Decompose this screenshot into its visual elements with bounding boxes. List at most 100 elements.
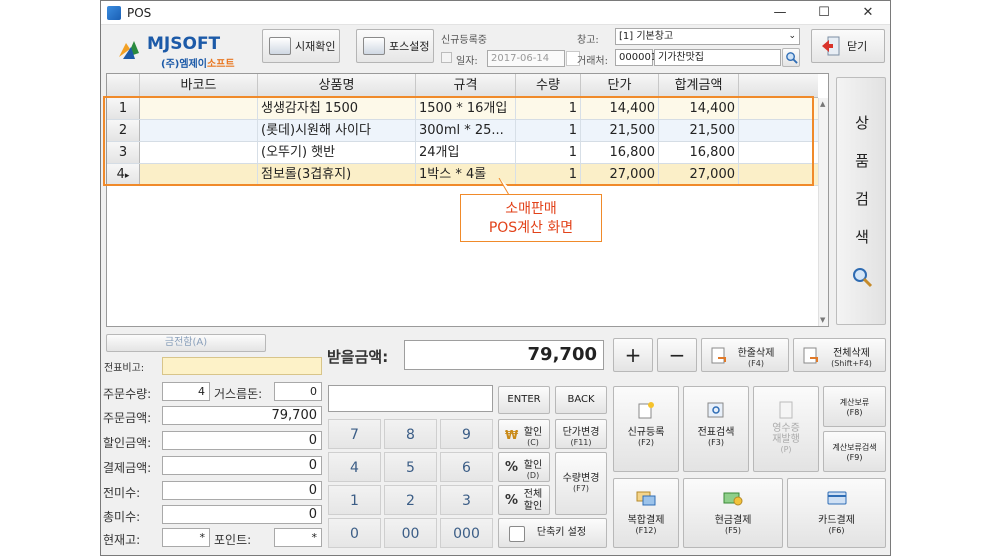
product-search-char: 검 [855,190,869,208]
col-barcode[interactable]: 바코드 [140,74,258,98]
qty-change-key: (F7) [573,484,589,493]
line-delete-label: 한줄삭제 [737,348,775,359]
slip-search-label: 전표검색 [697,427,735,438]
total-unpaid-value: 0 [162,505,322,524]
date-field[interactable]: 2017-06-14 [487,50,565,67]
col-total[interactable]: 합계금액 [659,74,739,98]
point-label: 포인트: [214,533,252,547]
key-7[interactable]: 7 [328,419,381,449]
back-button[interactable]: BACK [555,386,607,414]
enter-button[interactable]: ENTER [498,386,550,414]
payment-amount-label: 결제금액: [103,461,152,475]
stock-value: * [162,528,210,547]
qty-minus-button[interactable]: − [657,338,697,372]
receipt-reissue-button[interactable]: 영수증 재발행 (P) [753,386,819,472]
cash-payment-label: 현금결제 [714,515,752,526]
new-registration-label: 신규등록 [627,427,665,438]
key-000[interactable]: 000 [440,518,493,548]
key-2[interactable]: 2 [384,485,437,515]
mixed-payment-button[interactable]: 복합결제 (F12) [613,478,679,548]
pos-terminal-icon [363,37,385,55]
scroll-up-icon[interactable]: ▲ [820,100,825,108]
col-unit-price[interactable]: 단가 [581,74,659,98]
discount-c-button[interactable]: ₩ 할인 (C) [498,419,550,449]
col-spec[interactable]: 규격 [416,74,516,98]
callout-line1: 소매판매 [505,201,557,217]
app-icon [107,6,121,20]
title-bar: POS — ☐ ✕ [101,1,890,25]
discount-d-label: 할인 [523,460,543,471]
all-discount-label: 전체 [523,489,543,500]
discount-c-label: 할인 [523,427,543,438]
unit-price-change-button[interactable]: 단가변경 (F11) [555,419,607,449]
date-label: 일자: [456,56,478,67]
company-logo: MJSOFT (주)엠제이소프트 [117,33,247,70]
new-registration-button[interactable]: 신규등록 (F2) [613,386,679,472]
key-1[interactable]: 1 [328,485,381,515]
key-3[interactable]: 3 [440,485,493,515]
cash-payment-button[interactable]: 현금결제 (F5) [683,478,783,548]
all-delete-key: (Shift+F4) [831,359,872,368]
maximize-icon[interactable]: ☐ [802,1,846,25]
order-qty-value: 4 [162,382,210,401]
qty-change-button[interactable]: 수량변경 (F7) [555,452,607,515]
keypad-input[interactable] [328,385,493,412]
product-search-char: 상 [855,114,869,132]
minimize-icon[interactable]: — [758,1,802,25]
time-check-button[interactable]: 시재확인 [262,29,340,63]
cash-payment-key: (F5) [725,526,741,535]
change-value: 0 [274,382,322,401]
chevron-down-icon: ⌄ [788,31,796,41]
line-delete-button[interactable]: 한줄삭제 (F4) [701,338,789,372]
warehouse-select[interactable]: [1] 기본창고 ⌄ [615,28,800,45]
pos-settings-button[interactable]: 포스설정 [356,29,434,63]
hold-key: (F8) [846,408,863,417]
date-checkbox[interactable] [441,52,452,63]
close-button[interactable]: 닫기 [811,29,885,63]
col-product-name[interactable]: 상품명 [258,74,416,98]
memo-field[interactable] [162,357,322,375]
receipt-label: 영수증 [772,423,800,434]
pos-settings-label: 포스설정 [389,40,430,53]
product-search-button[interactable]: 상 품 검 색 [836,77,886,325]
key-9[interactable]: 9 [440,419,493,449]
all-delete-button[interactable]: 전체삭제 (Shift+F4) [793,338,886,372]
col-qty[interactable]: 수량 [516,74,581,98]
key-4[interactable]: 4 [328,452,381,482]
exit-door-icon [822,36,840,56]
card-payment-label: 카드결제 [818,515,855,526]
slip-search-button[interactable]: 전표검색 (F3) [683,386,749,472]
grid-corner [107,74,140,98]
qty-change-label: 수량변경 [562,473,600,484]
card-payment-button[interactable]: 카드결제 (F6) [787,478,886,548]
customer-code-field[interactable]: 000001 [615,49,657,66]
key-5[interactable]: 5 [384,452,437,482]
hold-search-button[interactable]: 계산보류검색 (F9) [823,431,886,472]
hold-label: 계산보류 [839,398,870,407]
delete-all-icon [803,347,818,364]
discount-d-button[interactable]: % 할인 (D) [498,452,550,482]
register-icon [269,37,291,55]
mj-logo-mark-icon [119,41,139,59]
order-qty-label: 주문수량: [103,387,152,401]
cash-drawer-button[interactable]: 금전함(A) [106,334,266,352]
annotation-callout: 소매판매 POS계산 화면 [460,194,602,242]
qty-plus-button[interactable]: + [613,338,653,372]
key-8[interactable]: 8 [384,419,437,449]
shortcut-settings-button[interactable]: 단축키 설정 [498,518,607,548]
unit-price-change-key: (F11) [570,438,592,447]
card-payment-key: (F6) [828,526,845,535]
all-discount-button[interactable]: % 전체 할인 [498,485,550,515]
grid-scrollbar[interactable]: ▲ ▼ [818,98,828,326]
memo-label: 전표비고: [104,363,145,374]
scroll-down-icon[interactable]: ▼ [820,316,825,324]
time-check-label: 시재확인 [295,40,336,53]
close-icon[interactable]: ✕ [846,1,890,25]
hold-button[interactable]: 계산보류 (F8) [823,386,886,427]
customer-search-button[interactable] [782,48,800,67]
percent-icon: % [505,460,519,475]
key-6[interactable]: 6 [440,452,493,482]
key-0[interactable]: 0 [328,518,381,548]
key-00[interactable]: 00 [384,518,437,548]
customer-name-field[interactable]: 기가찬맛집 [654,49,781,66]
